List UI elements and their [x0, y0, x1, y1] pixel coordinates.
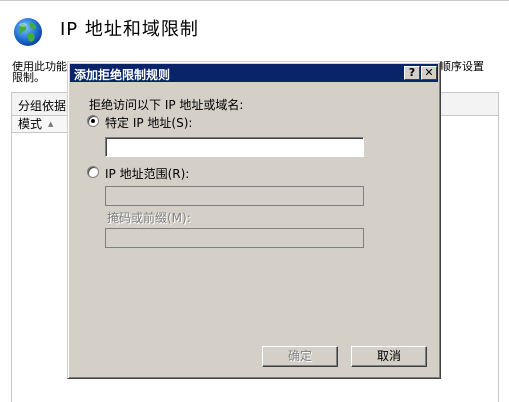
- ip-range-label[interactable]: IP 地址范围(R):: [105, 165, 189, 182]
- groupby-label: 分组依据: [18, 99, 67, 113]
- specific-ip-radio[interactable]: [87, 115, 99, 127]
- ip-range-radio[interactable]: [87, 166, 99, 178]
- add-deny-rule-dialog: 添加拒绝限制规则 ? ✕ 拒绝访问以下 IP 地址或域名: 特定 IP 地址(S…: [67, 61, 441, 379]
- description-line-2: 限制。: [12, 71, 45, 84]
- mask-input[interactable]: [105, 228, 364, 248]
- cancel-button[interactable]: 取消: [351, 346, 427, 367]
- specific-ip-label[interactable]: 特定 IP 地址(S):: [105, 114, 192, 131]
- ip-range-input[interactable]: [105, 186, 364, 206]
- page-title: IP 地址和域限制: [60, 19, 199, 40]
- dialog-prompt: 拒绝访问以下 IP 地址或域名:: [89, 98, 244, 112]
- top-divider: [0, 0, 509, 1]
- feature-description-right: 顺序设置: [440, 60, 484, 73]
- specific-ip-input[interactable]: [105, 137, 364, 157]
- column-header-label: 模式: [18, 117, 43, 131]
- help-button[interactable]: ?: [404, 66, 420, 80]
- dialog-titlebar[interactable]: 添加拒绝限制规则 ? ✕: [70, 64, 438, 82]
- close-button[interactable]: ✕: [421, 66, 437, 80]
- mask-label: 掩码或前缀(M):: [107, 211, 191, 225]
- feature-description-left: 使用此功能 限制。: [12, 61, 72, 83]
- sort-ascending-icon: ▲: [48, 120, 54, 128]
- globe-icon: [14, 18, 42, 46]
- dialog-title: 添加拒绝限制规则: [74, 68, 171, 82]
- ok-button[interactable]: 确定: [262, 346, 338, 367]
